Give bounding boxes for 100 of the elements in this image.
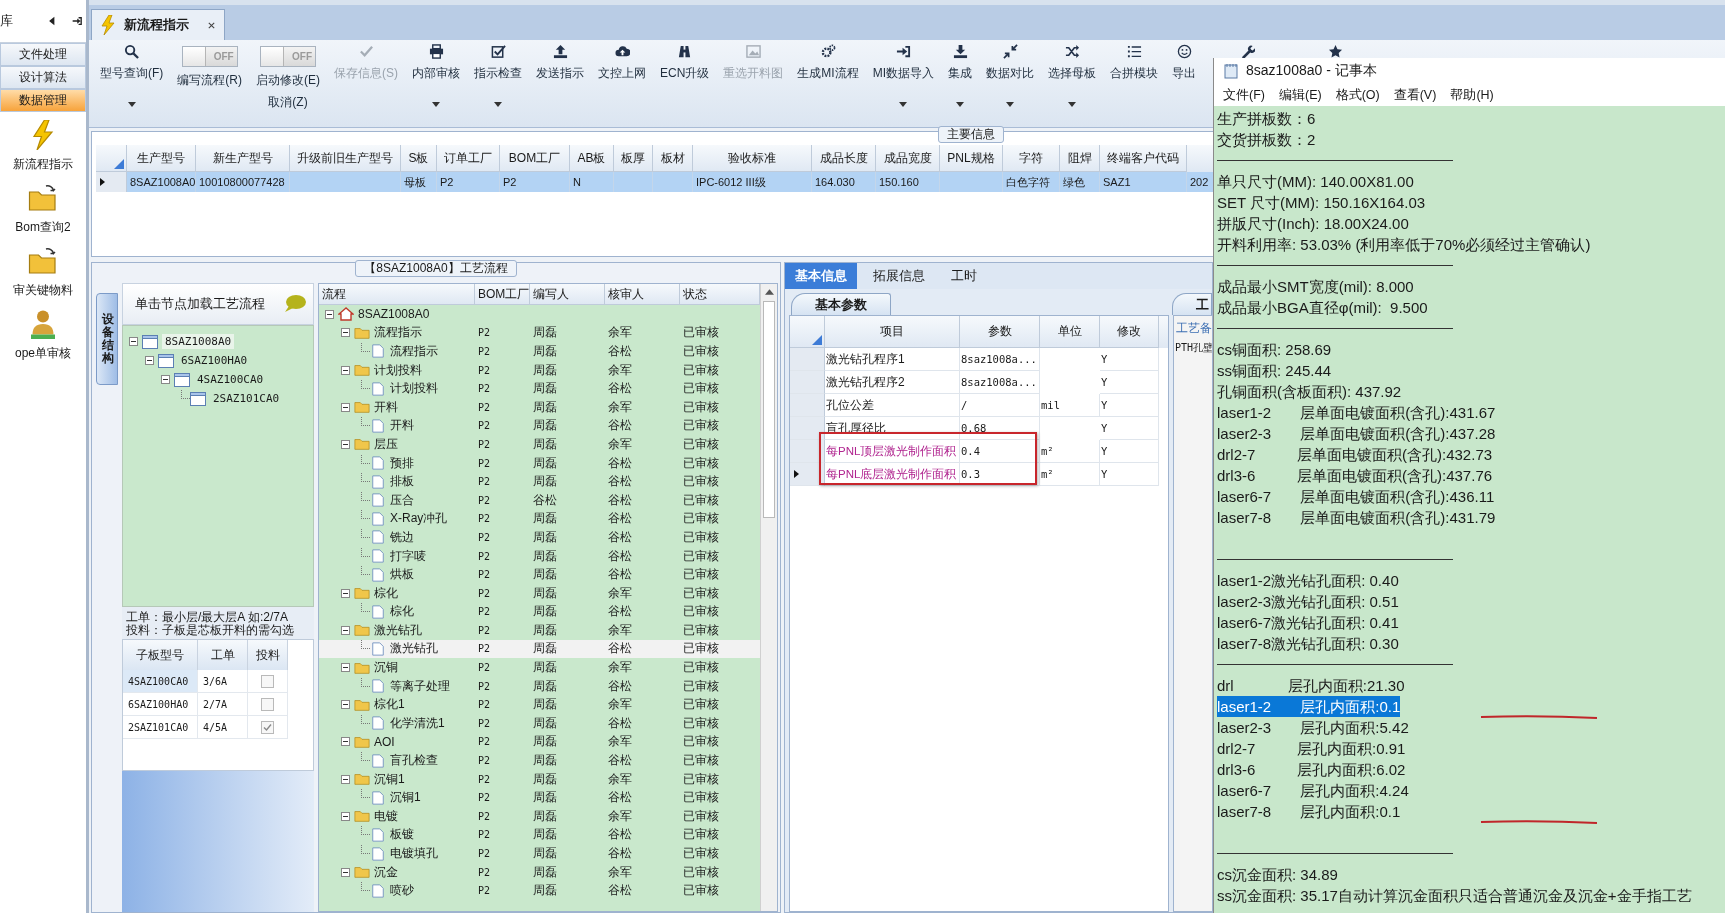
tree-node[interactable]: 盲孔检查 (390, 752, 438, 770)
tree-node[interactable]: 流程指示 (390, 343, 438, 360)
table-row[interactable]: 排板 P2 周磊 谷松 已审核 (319, 472, 760, 491)
table-row[interactable]: 喷砂 P2 周磊 谷松 已审核 (319, 881, 760, 900)
column-header[interactable]: 流程 (319, 284, 475, 305)
tree-node[interactable]: 预排 (390, 454, 414, 472)
tree-node[interactable]: 铣边 (390, 528, 414, 546)
tree-node[interactable]: 等离子处理 (390, 677, 450, 695)
table-row[interactable]: 计划投料 P2 周磊 余军 已审核 (319, 360, 760, 380)
sidebar-menu-item[interactable]: 文件处理 (0, 43, 86, 66)
table-row[interactable]: 沉铜 P2 周磊 余军 已审核 (319, 658, 760, 677)
collapse-icon[interactable] (341, 737, 350, 747)
table-row[interactable]: 打字唛 P2 周磊 谷松 已审核 (319, 546, 760, 566)
toolbar-button[interactable]: ECN升级 (653, 40, 717, 82)
toolbar-button[interactable]: 内部审核 (405, 40, 467, 107)
tree-node[interactable]: 激光钻孔 (374, 621, 422, 639)
table-row[interactable]: 棕化 P2 周磊 谷松 已审核 (319, 602, 760, 622)
toolbar-button[interactable]: 发送指示 (529, 40, 591, 82)
tree-node[interactable]: 流程指示 (374, 324, 422, 342)
table-row[interactable]: 沉铜1 P2 周磊 谷松 已审核 (319, 788, 760, 808)
table-row[interactable]: 流程指示 P2 周磊 谷松 已审核 (319, 342, 760, 361)
menu-item[interactable]: 帮助(H) (1445, 86, 1499, 104)
table-row[interactable]: 沉金 P2 周磊 余军 已审核 (319, 862, 760, 882)
table-row[interactable]: 铣边 P2 周磊 谷松 已审核 (319, 528, 760, 547)
collapse-icon[interactable] (341, 588, 350, 598)
tree-node[interactable]: 电镀 (374, 807, 398, 825)
menu-item[interactable]: 格式(O) (1330, 86, 1385, 104)
table-row[interactable]: 激光钻孔 P2 周磊 余军 已审核 (319, 621, 760, 640)
checkbox[interactable] (261, 720, 274, 734)
tree-node[interactable]: 8SAZ1008A0 (162, 334, 235, 349)
column-header[interactable]: 状态 (680, 284, 760, 305)
side-tab[interactable]: 设备结构 (96, 293, 118, 385)
scroll-up-icon[interactable] (764, 289, 774, 295)
tree-node[interactable]: 2SAZ101CA0 (210, 391, 283, 406)
menu-item[interactable]: 查看(V) (1388, 86, 1442, 104)
tree-node[interactable]: 层压 (374, 435, 398, 453)
toolbar-button[interactable]: MI数据导入 (865, 40, 942, 107)
column-header[interactable]: 子板型号 (123, 640, 198, 670)
tree-node[interactable]: AOI (374, 734, 395, 749)
close-icon[interactable] (207, 20, 216, 30)
table-row[interactable]: 盲孔检查 P2 周磊 谷松 已审核 (319, 751, 760, 770)
shortcut-item[interactable]: Bom查询2 (0, 175, 86, 238)
tree-node[interactable]: 沉铜1 (374, 770, 405, 788)
collapse-icon[interactable] (341, 328, 350, 338)
table-row[interactable]: 等离子处理 P2 周磊 谷松 已审核 (319, 676, 760, 696)
table-row[interactable]: 电镀 P2 周磊 余军 已审核 (319, 807, 760, 826)
tree-node[interactable]: 压合 (390, 491, 414, 509)
column-header[interactable]: 工单 (198, 640, 248, 670)
tree-node[interactable]: 打字唛 (390, 547, 426, 565)
table-row[interactable]: 棕化 P2 周磊 余军 已审核 (319, 583, 760, 603)
collapse-icon[interactable] (341, 625, 350, 635)
table-row[interactable]: AOI P2 周磊 余军 已审核 (319, 732, 760, 752)
checkbox[interactable] (261, 697, 274, 711)
table-row[interactable]: 开料 P2 周磊 谷松 已审核 (319, 416, 760, 436)
table-row[interactable]: 激光钻孔 P2 周磊 谷松 已审核 (319, 639, 760, 659)
column-header[interactable]: BOM工厂 (475, 284, 530, 305)
tree-node[interactable]: 棕化 (390, 603, 414, 621)
table-row[interactable]: 流程指示 P2 周磊 余军 已审核 (319, 323, 760, 343)
toolbar-button[interactable]: 导出 (1165, 40, 1204, 82)
tree-node[interactable]: 沉铜1 (390, 789, 421, 807)
tree-node[interactable]: 化学清洗1 (390, 714, 445, 732)
tree-node[interactable]: 排板 (390, 473, 414, 491)
tab[interactable]: 拓展信息 (863, 263, 935, 289)
table-row[interactable]: 电镀填孔 P2 周磊 谷松 已审核 (319, 844, 760, 863)
column-header[interactable]: 单位 (1040, 316, 1100, 348)
toolbar-button[interactable]: 生成MI流程 (790, 40, 866, 82)
sidebar-menu-item[interactable]: 数据管理 (0, 89, 86, 112)
sidebar-menu-item[interactable]: 设计算法 (0, 66, 86, 89)
sub-tab[interactable]: 工 (1172, 293, 1212, 315)
toolbar-button[interactable]: 集成 (941, 40, 980, 107)
document-tab[interactable]: 新流程指示 (91, 9, 225, 40)
table-row[interactable]: 棕化1 P2 周磊 余军 已审核 (319, 695, 760, 715)
tree-node[interactable]: 激光钻孔 (390, 640, 438, 658)
sign-in-icon[interactable] (71, 15, 82, 27)
column-header[interactable]: 参数 (960, 316, 1040, 348)
tree-node[interactable]: 开料 (390, 417, 414, 435)
collapse-icon[interactable] (145, 356, 154, 365)
table-row[interactable]: 计划投料 P2 周磊 谷松 已审核 (319, 379, 760, 398)
tree-node[interactable]: 6SAZ100HA0 (178, 353, 251, 368)
table-row[interactable]: 板镀 P2 周磊 谷松 已审核 (319, 825, 760, 845)
collapse-icon[interactable] (129, 337, 138, 346)
sub-tab[interactable]: 基本参数 (791, 293, 891, 315)
shortcut-item[interactable]: 审关键物料 (0, 238, 86, 301)
table-row[interactable]: 烘板 P2 周磊 谷松 已审核 (319, 565, 760, 584)
tree-node[interactable]: 开料 (374, 398, 398, 416)
table-row[interactable]: 沉铜1 P2 周磊 余军 已审核 (319, 769, 760, 789)
tree-node[interactable]: 沉铜 (374, 659, 398, 677)
table-row[interactable]: 开料 P2 周磊 余军 已审核 (319, 397, 760, 417)
tree-node[interactable]: 计划投料 (374, 361, 422, 379)
tree-node[interactable]: 板镀 (390, 826, 414, 844)
collapse-icon[interactable] (341, 811, 350, 821)
collapse-icon[interactable] (325, 309, 334, 319)
toolbar-button[interactable]: 文控上网 (591, 40, 653, 82)
tree-node[interactable]: 烘板 (390, 566, 414, 584)
row-header[interactable] (96, 172, 127, 192)
tree-node[interactable]: 4SAZ100CA0 (194, 372, 267, 387)
toolbar-button[interactable]: 合拼模块 (1103, 40, 1166, 82)
column-header[interactable]: 核审人 (605, 284, 680, 305)
tree-node[interactable]: 棕化1 (374, 696, 405, 714)
collapse-icon[interactable] (341, 663, 350, 673)
